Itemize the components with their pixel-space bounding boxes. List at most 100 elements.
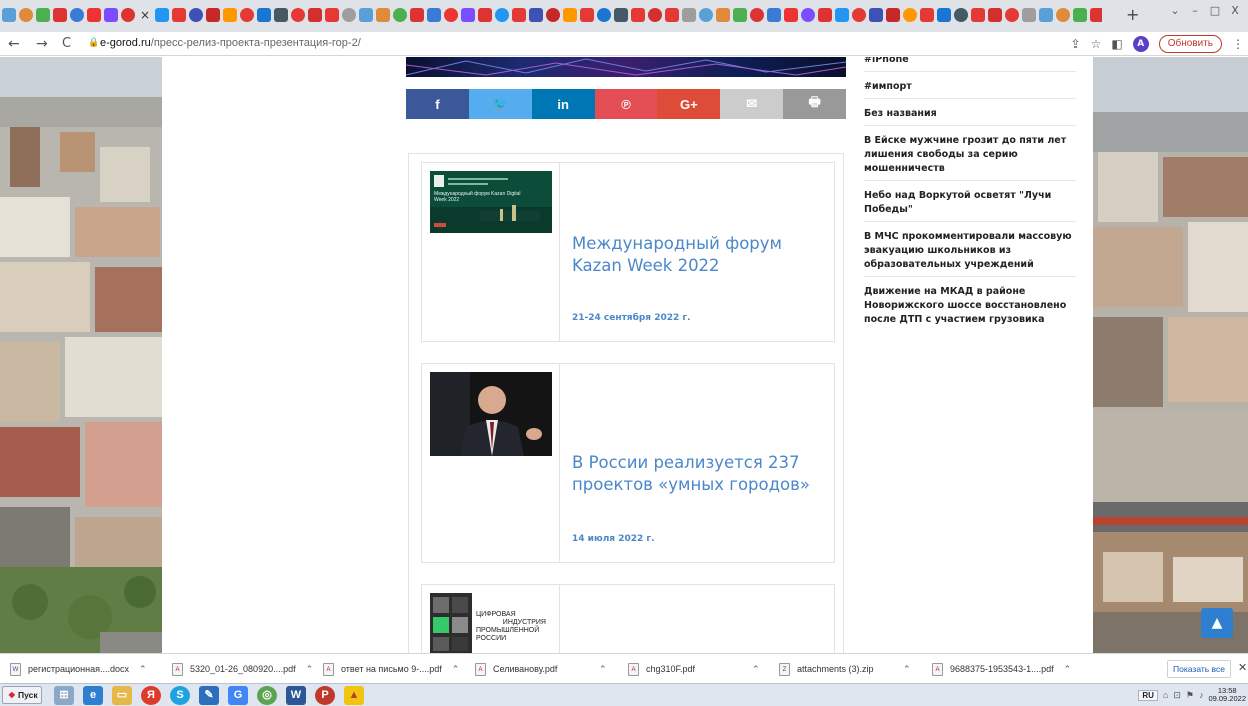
tab-favicon-icon[interactable] <box>291 8 306 22</box>
sidebar-link[interactable]: Небо над Воркутой осветят "Лучи Победы" <box>864 181 1076 222</box>
share-pinterest-button[interactable]: ℗ <box>594 89 658 119</box>
tab-favicon-icon[interactable] <box>444 8 459 22</box>
clock[interactable]: 13:58 09.09.2022 <box>1208 687 1246 703</box>
tab-favicon-icon[interactable] <box>393 8 408 22</box>
download-item[interactable]: Wрегистрационная....docx ⌃ <box>10 661 147 677</box>
tab-favicon-icon[interactable] <box>325 8 340 22</box>
sidebar-link[interactable]: Без названия <box>864 99 1076 126</box>
chevron-up-icon[interactable]: ⌃ <box>139 664 147 675</box>
update-button[interactable]: Обновить <box>1158 35 1222 53</box>
forward-button[interactable]: → <box>36 35 48 53</box>
tab-favicon-icon[interactable] <box>597 8 612 22</box>
tab-search-icon[interactable]: ⌄ <box>1168 4 1182 17</box>
tab-favicon-icon[interactable] <box>648 8 663 22</box>
tab-favicon-icon[interactable] <box>376 8 391 22</box>
tab-favicon-icon[interactable] <box>512 8 527 22</box>
article-card[interactable]: В России реализуется 237 проектов «умных… <box>421 363 835 563</box>
tab-favicon-icon[interactable] <box>1090 8 1102 22</box>
share-googleplus-button[interactable]: G+ <box>657 89 721 119</box>
download-item[interactable]: Aответ на письмо 9-....pdf ⌃ <box>323 661 459 677</box>
bookmark-star-icon[interactable]: ☆ <box>1091 37 1102 51</box>
article-thumbnail[interactable]: ЦИФРОВАЯ ИНДУСТРИЯ ПРОМЫШЛЕННОЙ РОССИИ <box>430 593 552 653</box>
start-button[interactable]: ❖ Пуск <box>2 686 42 704</box>
url-field[interactable]: e-gorod.ru/пресс-релиз-проекта-презентац… <box>100 37 361 49</box>
tab-favicon-icon[interactable] <box>155 8 170 22</box>
editor-app-icon[interactable]: ✎ <box>199 686 219 705</box>
share-twitter-button[interactable]: 🐦 <box>468 89 532 119</box>
tab-favicon-icon[interactable] <box>1039 8 1054 22</box>
tab-favicon-icon[interactable] <box>682 8 697 22</box>
tab-favicon-icon[interactable] <box>580 8 595 22</box>
tab-favicon-icon[interactable] <box>818 8 833 22</box>
tab-favicon-icon[interactable] <box>699 8 714 22</box>
tab-favicon-icon[interactable] <box>614 8 629 22</box>
tab-favicon-icon[interactable] <box>70 8 84 22</box>
chevron-up-icon[interactable]: ⌃ <box>599 664 607 675</box>
sidebar-link[interactable]: В МЧС прокомментировали массовую эвакуац… <box>864 222 1076 277</box>
tab-favicon-icon[interactable] <box>733 8 748 22</box>
tab-favicon-icon[interactable] <box>87 8 101 22</box>
word-app-icon[interactable]: W <box>286 686 306 705</box>
tab-favicon-icon[interactable] <box>359 8 374 22</box>
skype-app-icon[interactable]: S <box>170 686 190 705</box>
share-email-button[interactable]: ✉ <box>720 89 784 119</box>
chevron-up-icon[interactable]: ⌃ <box>452 664 460 675</box>
language-indicator[interactable]: RU <box>1138 689 1158 701</box>
sidebar-link[interactable]: В Ейске мужчине грозит до пяти лет лишен… <box>864 126 1076 181</box>
restore-button[interactable]: □ <box>1208 4 1222 17</box>
tab-favicon-icon[interactable] <box>189 8 204 22</box>
chevron-up-icon[interactable]: ⌃ <box>752 664 760 675</box>
tab-favicon-icon[interactable] <box>852 8 867 22</box>
profile-avatar[interactable]: A <box>1132 36 1149 52</box>
pdf-reader-app-icon[interactable]: P <box>315 686 335 705</box>
download-item[interactable]: A Селиванову.pdf ⌃ <box>475 661 607 677</box>
tab-favicon-icon[interactable] <box>36 8 50 22</box>
download-item[interactable]: Zattachments (3).zip ⌃ <box>779 661 911 677</box>
article-title-link[interactable]: В России реализуется 237 проектов «умных… <box>572 452 822 496</box>
chrome-app-icon[interactable]: ◎ <box>257 686 277 705</box>
network-app-icon[interactable]: ⊞ <box>54 686 74 705</box>
scroll-to-top-button[interactable]: ▲ <box>1201 608 1233 638</box>
warning-app-icon[interactable]: ▲ <box>344 686 364 705</box>
tab-favicon-icon[interactable] <box>631 8 646 22</box>
tab-favicon-icon[interactable] <box>529 8 544 22</box>
chevron-up-icon[interactable]: ⌃ <box>1064 664 1072 675</box>
google-app-icon[interactable]: G <box>228 686 248 705</box>
tab-favicon-icon[interactable] <box>495 8 510 22</box>
tab-favicon-icon[interactable] <box>903 8 918 22</box>
article-card[interactable]: ЦИФРОВАЯ ИНДУСТРИЯ ПРОМЫШЛЕННОЙ РОССИИ <box>421 584 835 653</box>
chevron-up-icon[interactable]: ⌃ <box>306 664 314 675</box>
tab-favicon-icon[interactable] <box>53 8 67 22</box>
tab-favicon-icon[interactable] <box>410 8 425 22</box>
tab-favicon-icon[interactable] <box>937 8 952 22</box>
tab-favicon-icon[interactable] <box>121 8 135 22</box>
share-linkedin-button[interactable]: in <box>531 89 595 119</box>
share-icon[interactable]: ⇪ <box>1071 37 1081 51</box>
chevron-up-icon[interactable]: ⌃ <box>903 664 911 675</box>
back-button[interactable]: ← <box>8 35 20 53</box>
explorer-app-icon[interactable]: e <box>83 686 103 705</box>
download-item[interactable]: A 9688375-1953543-1....pdf ⌃ <box>932 661 1071 677</box>
tab-favicon-icon[interactable] <box>767 8 782 22</box>
sidebar-link[interactable]: #iPhone <box>864 57 1076 72</box>
volume-icon[interactable]: ♪ <box>1199 690 1204 700</box>
tab-favicon-icon[interactable] <box>1056 8 1071 22</box>
tab-favicon-icon[interactable] <box>240 8 255 22</box>
lock-icon[interactable]: 🔒 <box>88 38 99 48</box>
tab-favicon-icon[interactable] <box>274 8 289 22</box>
tab-favicon-icon[interactable] <box>784 8 799 22</box>
tab-favicon-icon[interactable] <box>954 8 969 22</box>
tab-favicon-icon[interactable] <box>308 8 323 22</box>
sidepanel-icon[interactable]: ◧ <box>1111 37 1122 51</box>
tab-favicon-icon[interactable] <box>886 8 901 22</box>
share-print-button[interactable]: 🖶 <box>783 89 847 119</box>
tab-favicon-icon[interactable] <box>19 8 33 22</box>
tab-favicon-icon[interactable] <box>988 8 1003 22</box>
tab-favicon-icon[interactable] <box>257 8 272 22</box>
tab-favicon-icon[interactable] <box>206 8 221 22</box>
close-downloads-bar-button[interactable]: ✕ <box>1238 661 1247 674</box>
tab-favicon-icon[interactable] <box>1022 8 1037 22</box>
tab-favicon-icon[interactable] <box>716 8 731 22</box>
menu-kebab-icon[interactable]: ⋮ <box>1232 37 1244 51</box>
flag-icon[interactable]: ⚑ <box>1186 690 1194 701</box>
